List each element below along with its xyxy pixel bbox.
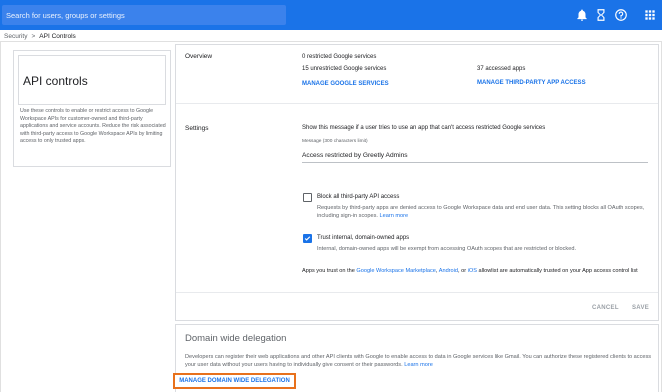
accessed-apps-count: 37 accessed apps [477,66,526,72]
trust-internal-checkbox[interactable] [303,234,312,243]
save-button[interactable]: SAVE [632,305,649,311]
trust-internal-label: Trust internal, domain-owned apps [317,235,410,241]
breadcrumb-current: API Controls [39,32,76,40]
unrestricted-services-count: 15 unrestricted Google services [302,66,387,72]
overview-label: Overview [185,53,213,60]
block-all-learn-more-link[interactable]: Learn more [380,213,409,219]
cancel-button[interactable]: CANCEL [592,305,619,311]
block-all-label: Block all third-party API access [317,194,400,200]
hourglass-icon[interactable] [594,8,608,22]
manage-google-services-link[interactable]: MANAGE GOOGLE SERVICES [302,81,389,87]
search-box[interactable] [2,5,286,25]
domain-delegation-description: Developers can register their web applic… [185,353,655,370]
block-all-description-text: Requests by third-party apps are denied … [317,205,645,220]
top-app-bar [0,0,662,30]
domain-wide-delegation-card: Domain wide delegation Developers can re… [173,324,659,392]
breadcrumb: Security > API Controls [4,31,76,41]
checkmark-icon [304,236,311,241]
android-link[interactable]: Android [439,268,458,274]
marketplace-note: Apps you trust on the Google Workspace M… [302,267,648,275]
trust-internal-description: Internal, domain-owned apps will be exem… [317,246,576,252]
restricted-message-instruction: Show this message if a user tries to use… [302,125,546,131]
api-controls-settings-card: Overview 0 restricted Google services 15… [175,44,659,321]
message-field-label: Message (300 characters limit) [302,139,368,144]
breadcrumb-separator: > [31,32,36,40]
api-controls-info-card: API controls Use these controls to enabl… [13,50,171,167]
domain-delegation-title: Domain wide delegation [185,333,287,344]
marketplace-note-or: , or [458,268,468,274]
page-description: Use these controls to enable or restrict… [20,108,166,145]
marketplace-link[interactable]: Google Workspace Marketplace [356,268,436,274]
header-divider [0,41,662,42]
message-field-underline [302,162,648,163]
block-all-description: Requests by third-party apps are denied … [317,204,652,221]
marketplace-note-suffix: allowlist are automatically trusted on y… [476,268,638,274]
search-input[interactable] [6,5,282,25]
title-box: API controls [18,55,166,105]
manage-domain-wide-delegation-label: MANAGE DOMAIN WIDE DELEGATION [179,378,290,384]
help-icon[interactable] [614,8,628,22]
left-border [0,42,1,392]
actions-divider [176,292,658,293]
page-title: API controls [23,74,88,88]
apps-grid-icon[interactable] [643,8,657,22]
restricted-message-field[interactable] [302,149,528,161]
breadcrumb-security-link[interactable]: Security [4,33,27,40]
ios-link[interactable]: iOS [468,268,477,274]
settings-label: Settings [185,125,209,132]
manage-third-party-access-link[interactable]: MANAGE THIRD-PARTY APP ACCESS [477,80,586,86]
marketplace-note-prefix: Apps you trust on the [302,268,357,274]
domain-delegation-learn-more-link[interactable]: Learn more [404,362,433,368]
restricted-services-count: 0 restricted Google services [302,54,377,60]
overview-divider [176,103,658,104]
block-all-checkbox[interactable] [303,193,312,202]
bell-icon[interactable] [575,8,589,22]
manage-domain-wide-delegation-button[interactable]: MANAGE DOMAIN WIDE DELEGATION [173,373,296,389]
